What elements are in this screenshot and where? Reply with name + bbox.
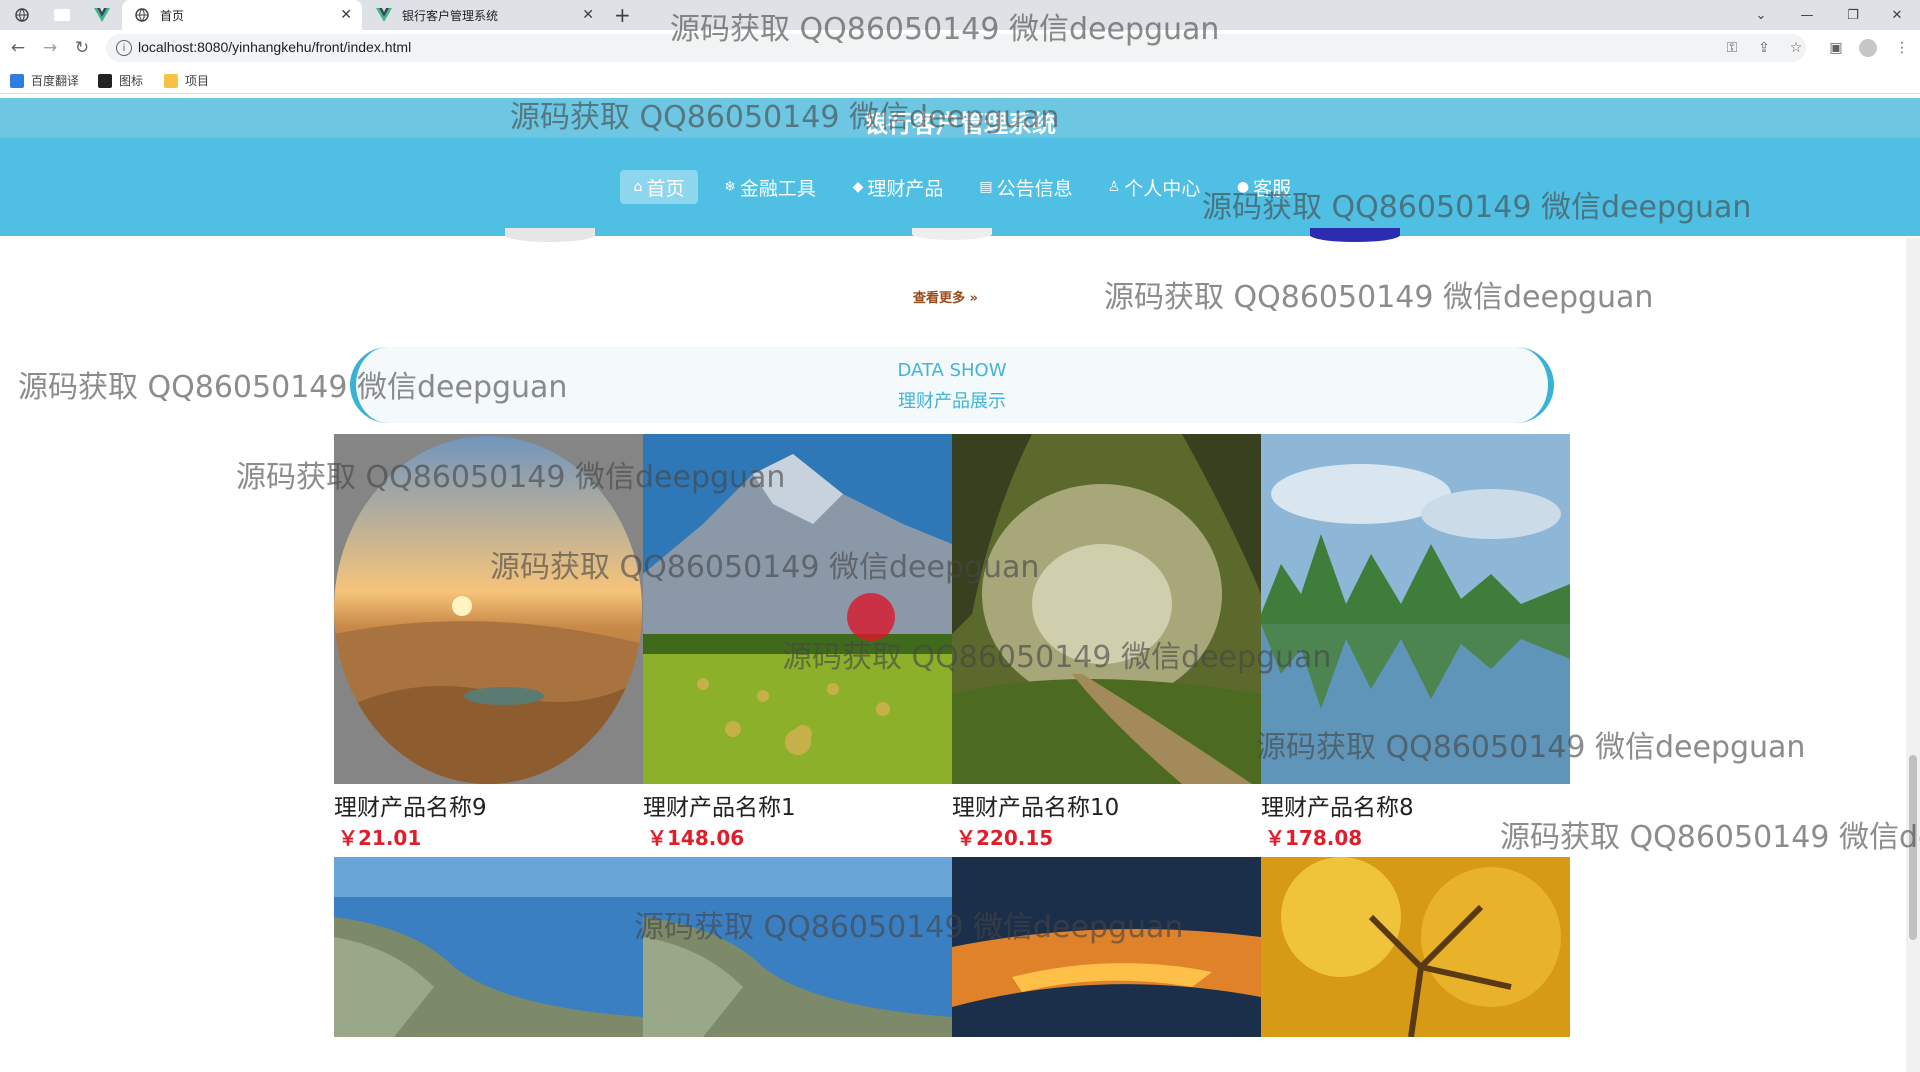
nav-notices[interactable]: ▤ 公告信息 xyxy=(968,170,1084,204)
star-icon[interactable]: ☆ xyxy=(1786,38,1806,58)
nav-label: 金融工具 xyxy=(739,177,816,200)
tab-home[interactable]: 首页 ✕ xyxy=(122,0,362,30)
bookmark-label: 项目 xyxy=(185,74,210,88)
menu-icon[interactable]: ⋮ xyxy=(1892,38,1912,58)
vue-icon[interactable] xyxy=(88,4,116,26)
close-window-icon[interactable]: ✕ xyxy=(1874,0,1920,30)
bookmarks-bar: 百度翻译 图标 项目 xyxy=(0,66,1920,94)
nav-finance-tools[interactable]: ❄ 金融工具 xyxy=(712,170,828,204)
user-icon: ♙ xyxy=(1107,179,1121,195)
globe-icon xyxy=(134,7,150,23)
nav-label: 个人中心 xyxy=(1124,177,1201,200)
more-link[interactable]: 查看更多 » xyxy=(913,287,978,306)
back-icon[interactable]: ← xyxy=(6,36,30,60)
watermark: 源码获取 QQ86050149 微信deepguan xyxy=(490,550,1040,585)
watermark: 源码获取 QQ86050149 微信deepguan xyxy=(1256,730,1806,765)
info-icon[interactable]: i xyxy=(116,40,132,56)
share-icon[interactable]: ⇪ xyxy=(1754,38,1774,58)
reload-icon[interactable]: ↻ xyxy=(70,36,94,60)
new-tab-icon[interactable]: + xyxy=(614,3,631,27)
watermark: 源码获取 QQ86050149 微信deepguan xyxy=(1104,280,1654,315)
nav-products[interactable]: ◆ 理财产品 xyxy=(840,170,956,204)
nav-personal-center[interactable]: ♙ 个人中心 xyxy=(1096,170,1212,204)
image-icon xyxy=(98,73,112,88)
key-icon[interactable]: ⚿ xyxy=(1722,38,1742,58)
product-price: ￥220.15 xyxy=(956,826,1054,850)
bookmark-item[interactable]: 百度翻译 xyxy=(10,72,79,89)
close-icon[interactable]: ✕ xyxy=(340,7,352,23)
product-image[interactable] xyxy=(334,857,643,1037)
nav-label: 首页 xyxy=(646,177,685,200)
nav-home[interactable]: ⌂ 首页 xyxy=(620,170,698,204)
bookmark-item[interactable]: 图标 xyxy=(98,72,143,89)
page-scrollbar[interactable] xyxy=(1906,238,1920,1072)
tab-admin[interactable]: 银行客户管理系统 ✕ xyxy=(364,0,604,30)
profile-icon[interactable] xyxy=(1858,38,1878,58)
document-icon: ▤ xyxy=(979,179,993,195)
product-price: ￥21.01 xyxy=(338,826,422,850)
partial-image xyxy=(1310,228,1400,242)
sidepanel-icon[interactable]: ▣ xyxy=(1826,38,1846,58)
product-name[interactable]: 理财产品名称9 xyxy=(334,788,643,822)
double-chevron-right-icon: » xyxy=(969,291,978,306)
product-image[interactable] xyxy=(1261,857,1570,1037)
partial-image xyxy=(505,228,595,242)
graduation-cap-icon: ◆ xyxy=(852,179,864,195)
watermark: 源码获取 QQ86050149 微信deepguan xyxy=(634,910,1184,945)
product-name[interactable]: 理财产品名称10 xyxy=(952,788,1261,822)
forward-icon[interactable]: → xyxy=(38,36,62,60)
watermark: 源码获取 QQ86050149 微信deepguan xyxy=(1500,820,1920,855)
tab-search-icon[interactable]: ⌄ xyxy=(1738,0,1784,30)
close-icon[interactable]: ✕ xyxy=(582,7,594,23)
product-image[interactable] xyxy=(952,857,1261,1037)
product-card[interactable]: 理财产品名称9 ￥21.01 xyxy=(334,434,643,851)
bookmark-label: 图标 xyxy=(119,74,144,88)
tab-title: 银行客户管理系统 xyxy=(402,8,499,23)
watermark: 源码获取 QQ86050149 微信deepguan xyxy=(510,100,1060,135)
bookmark-item[interactable]: 项目 xyxy=(164,72,209,89)
home-icon: ⌂ xyxy=(633,179,643,195)
nav-label: 公告信息 xyxy=(996,177,1073,200)
nav-label: 理财产品 xyxy=(867,177,944,200)
translate-icon xyxy=(10,73,24,88)
globe-icon[interactable] xyxy=(8,4,36,26)
product-image[interactable] xyxy=(643,857,952,1037)
tab-title: 首页 xyxy=(160,8,185,23)
url-text[interactable]: localhost:8080/yinhangkehu/front/index.h… xyxy=(138,39,411,55)
watermark: 源码获取 QQ86050149 微信deepguan xyxy=(670,12,1220,47)
watermark: 源码获取 QQ86050149 微信deepguan xyxy=(782,640,1332,675)
product-name[interactable]: 理财产品名称1 xyxy=(643,788,952,822)
gear-icon: ❄ xyxy=(724,179,736,195)
watermark: 源码获取 QQ86050149 微信deepguan xyxy=(236,460,786,495)
partial-image xyxy=(912,228,992,240)
product-image[interactable] xyxy=(952,434,1261,784)
watermark: 源码获取 QQ86050149 微信deepguan xyxy=(1202,190,1752,225)
vue-icon xyxy=(376,7,392,23)
more-link-label: 查看更多 xyxy=(913,291,966,306)
product-price: ￥148.06 xyxy=(647,826,745,850)
minimize-icon[interactable]: — xyxy=(1784,0,1830,30)
bookmark-label: 百度翻译 xyxy=(31,74,80,88)
blank-tab-icon[interactable] xyxy=(48,4,76,26)
restore-icon[interactable]: ❐ xyxy=(1830,0,1876,30)
folder-icon xyxy=(164,73,178,88)
watermark: 源码获取 QQ86050149 微信deepguan xyxy=(18,370,568,405)
